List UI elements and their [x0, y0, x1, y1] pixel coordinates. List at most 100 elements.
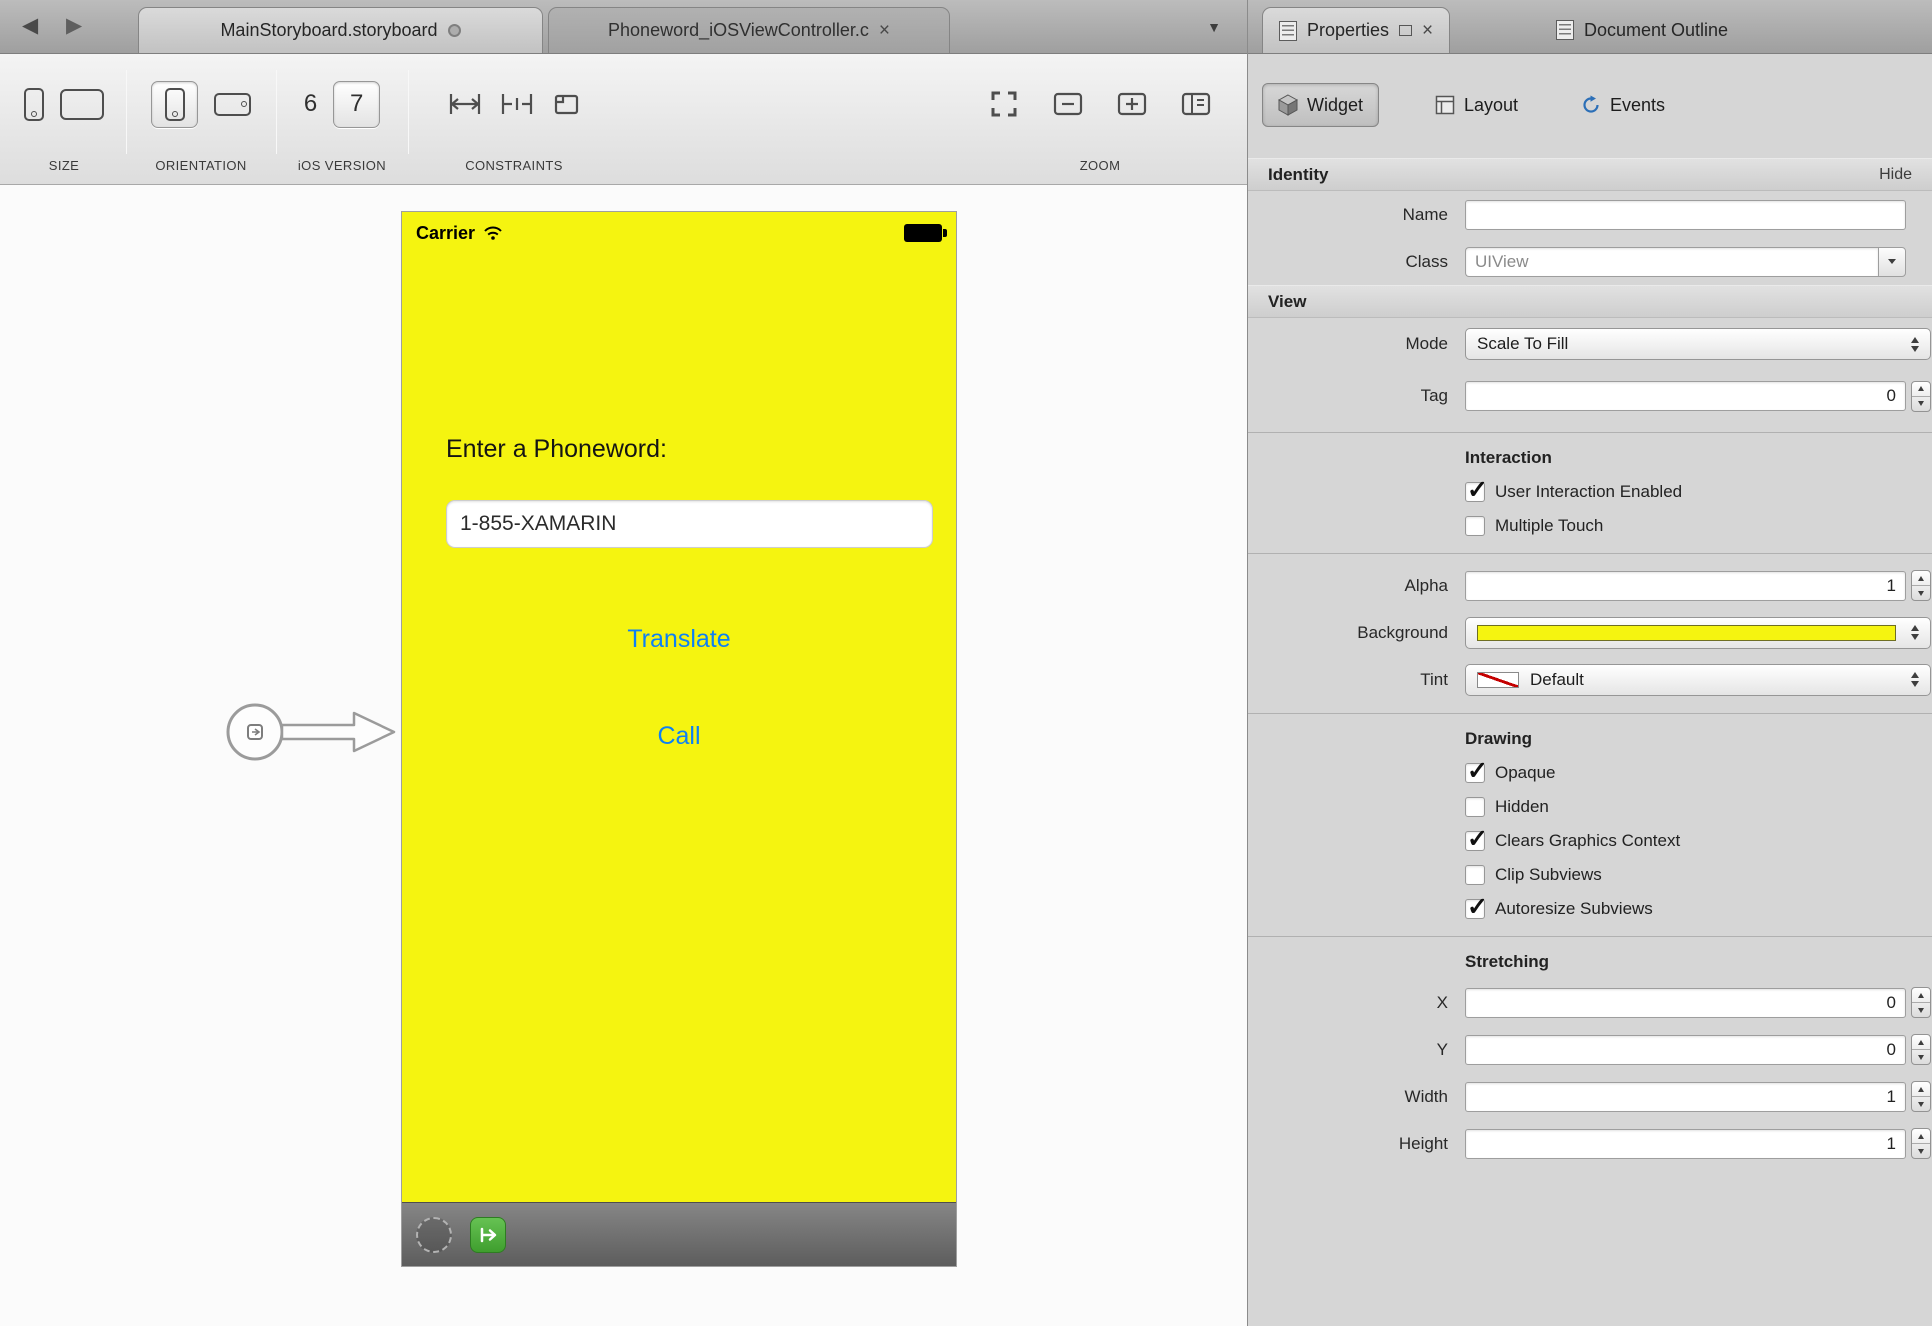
- stepper-down-icon[interactable]: [1912, 1003, 1930, 1017]
- stepper-down-icon[interactable]: [1912, 1097, 1930, 1111]
- first-responder-icon[interactable]: [416, 1217, 452, 1253]
- zoom-out-icon[interactable]: [1053, 91, 1083, 117]
- view-controller-frame[interactable]: Carrier Enter a Phoneword: 1-855-XAMARIN…: [402, 212, 956, 1266]
- mode-popup[interactable]: Scale To Fill: [1465, 328, 1931, 360]
- stepper-up-icon[interactable]: [1912, 382, 1930, 397]
- width-constraint-icon[interactable]: [447, 91, 483, 117]
- battery-icon: [904, 224, 942, 242]
- stretch-y-value: 0: [1887, 1040, 1896, 1060]
- background-color-popup[interactable]: [1465, 617, 1931, 649]
- stretch-y-input[interactable]: 0: [1465, 1035, 1906, 1065]
- back-icon[interactable]: ◀: [22, 13, 38, 38]
- ipad-size-icon[interactable]: [60, 89, 104, 120]
- close-icon[interactable]: ×: [879, 21, 890, 40]
- detach-icon[interactable]: [1399, 25, 1412, 36]
- autoresize-checkbox[interactable]: [1465, 899, 1485, 919]
- stepper-down-icon[interactable]: [1912, 1050, 1930, 1064]
- tab-storyboard[interactable]: MainStoryboard.storyboard: [138, 7, 543, 53]
- name-input[interactable]: [1465, 200, 1906, 230]
- stretch-y-stepper[interactable]: [1911, 1034, 1931, 1065]
- spacing-constraint-icon[interactable]: [499, 91, 535, 117]
- stepper-up-icon[interactable]: [1912, 571, 1930, 586]
- wifi-icon: [483, 225, 503, 241]
- forward-icon[interactable]: ▶: [66, 13, 82, 38]
- portrait-orientation-button[interactable]: [151, 81, 198, 128]
- user-interaction-row: User Interaction Enabled: [1248, 475, 1932, 509]
- stepper-down-icon[interactable]: [1912, 586, 1930, 600]
- user-interaction-checkbox[interactable]: [1465, 482, 1485, 502]
- stepper-up-icon[interactable]: [1912, 1035, 1930, 1050]
- tint-popup[interactable]: Default: [1465, 664, 1931, 696]
- phoneword-prompt-label[interactable]: Enter a Phoneword:: [446, 435, 667, 464]
- tab-properties[interactable]: Properties ×: [1262, 7, 1450, 53]
- frame-constraint-icon[interactable]: [551, 91, 581, 117]
- stepper-down-icon[interactable]: [1912, 1144, 1930, 1158]
- tint-row: Tint Default: [1248, 656, 1932, 703]
- hide-button[interactable]: Hide: [1879, 166, 1912, 184]
- clears-graphics-label: Clears Graphics Context: [1495, 831, 1680, 851]
- class-combo-field[interactable]: UIView: [1465, 247, 1878, 277]
- actual-size-icon[interactable]: [1181, 91, 1211, 117]
- fullscreen-icon[interactable]: [989, 89, 1019, 119]
- multiple-touch-checkbox[interactable]: [1465, 516, 1485, 536]
- mode-row: Mode Scale To Fill: [1248, 318, 1932, 370]
- ios6-button[interactable]: 6: [304, 90, 317, 118]
- alpha-input[interactable]: 1: [1465, 571, 1906, 601]
- clears-graphics-checkbox[interactable]: [1465, 831, 1485, 851]
- call-button[interactable]: Call: [402, 722, 956, 751]
- stretching-header: Stretching: [1248, 945, 1932, 979]
- close-icon[interactable]: ×: [1422, 21, 1433, 40]
- alpha-stepper[interactable]: [1911, 570, 1931, 601]
- class-combo[interactable]: UIView: [1465, 247, 1906, 277]
- stepper-up-icon[interactable]: [1912, 1082, 1930, 1097]
- phoneword-text-field[interactable]: 1-855-XAMARIN: [446, 500, 933, 548]
- chevron-down-icon[interactable]: ▼: [1207, 19, 1221, 35]
- stepper-up-icon[interactable]: [1912, 988, 1930, 1003]
- stretching-header-label: Stretching: [1465, 952, 1549, 972]
- translate-button[interactable]: Translate: [402, 625, 956, 654]
- hidden-checkbox[interactable]: [1465, 797, 1485, 817]
- tag-row: Tag 0: [1248, 370, 1932, 422]
- tag-label: Tag: [1248, 386, 1448, 406]
- autoresize-label: Autoresize Subviews: [1495, 899, 1653, 919]
- class-combo-arrow-button[interactable]: [1878, 247, 1906, 277]
- stretch-x-input[interactable]: 0: [1465, 988, 1906, 1018]
- zoom-in-icon[interactable]: [1117, 91, 1147, 117]
- landscape-icon[interactable]: [214, 93, 251, 116]
- stepper-down-icon[interactable]: [1912, 397, 1930, 411]
- storyboard-canvas[interactable]: Carrier Enter a Phoneword: 1-855-XAMARIN…: [0, 186, 1247, 1326]
- segment-widget[interactable]: Widget: [1262, 83, 1379, 127]
- interaction-header: Interaction: [1248, 441, 1932, 475]
- tag-stepper[interactable]: [1911, 381, 1931, 412]
- section-divider: [1248, 936, 1932, 937]
- alpha-value: 1: [1887, 576, 1896, 596]
- tab-document-outline[interactable]: Document Outline: [1540, 7, 1744, 53]
- toolbar-divider: [276, 70, 277, 154]
- properties-tab-icon: [1279, 21, 1297, 41]
- stretch-height-input[interactable]: 1: [1465, 1129, 1906, 1159]
- initial-view-controller-arrow[interactable]: [222, 696, 404, 768]
- opaque-checkbox[interactable]: [1465, 763, 1485, 783]
- ios7-button[interactable]: 7: [333, 81, 380, 128]
- carrier-label: Carrier: [416, 223, 475, 244]
- stepper-up-icon[interactable]: [1912, 1129, 1930, 1144]
- exit-segue-icon[interactable]: [470, 1217, 506, 1253]
- clip-subviews-checkbox[interactable]: [1465, 865, 1485, 885]
- identity-section-header: Identity Hide: [1248, 158, 1932, 191]
- background-row: Background: [1248, 609, 1932, 656]
- stretch-width-stepper[interactable]: [1911, 1081, 1931, 1112]
- editor-area: ◀ ▶ MainStoryboard.storyboard Phoneword_…: [0, 0, 1247, 1326]
- alpha-row: Alpha 1: [1248, 562, 1932, 609]
- ios7-label: 7: [350, 90, 363, 118]
- uiview-canvas[interactable]: Carrier Enter a Phoneword: 1-855-XAMARIN…: [402, 212, 956, 1202]
- stretch-height-stepper[interactable]: [1911, 1128, 1931, 1159]
- segment-events[interactable]: Events: [1566, 83, 1680, 127]
- tab-viewcontroller[interactable]: Phoneword_iOSViewController.c ×: [548, 7, 950, 53]
- iphone-size-icon[interactable]: [24, 88, 44, 121]
- outline-tab-label: Document Outline: [1584, 20, 1728, 41]
- segment-layout[interactable]: Layout: [1420, 83, 1533, 127]
- tag-input[interactable]: 0: [1465, 381, 1906, 411]
- stretch-width-input[interactable]: 1: [1465, 1082, 1906, 1112]
- name-row: Name: [1248, 191, 1932, 238]
- stretch-x-stepper[interactable]: [1911, 987, 1931, 1018]
